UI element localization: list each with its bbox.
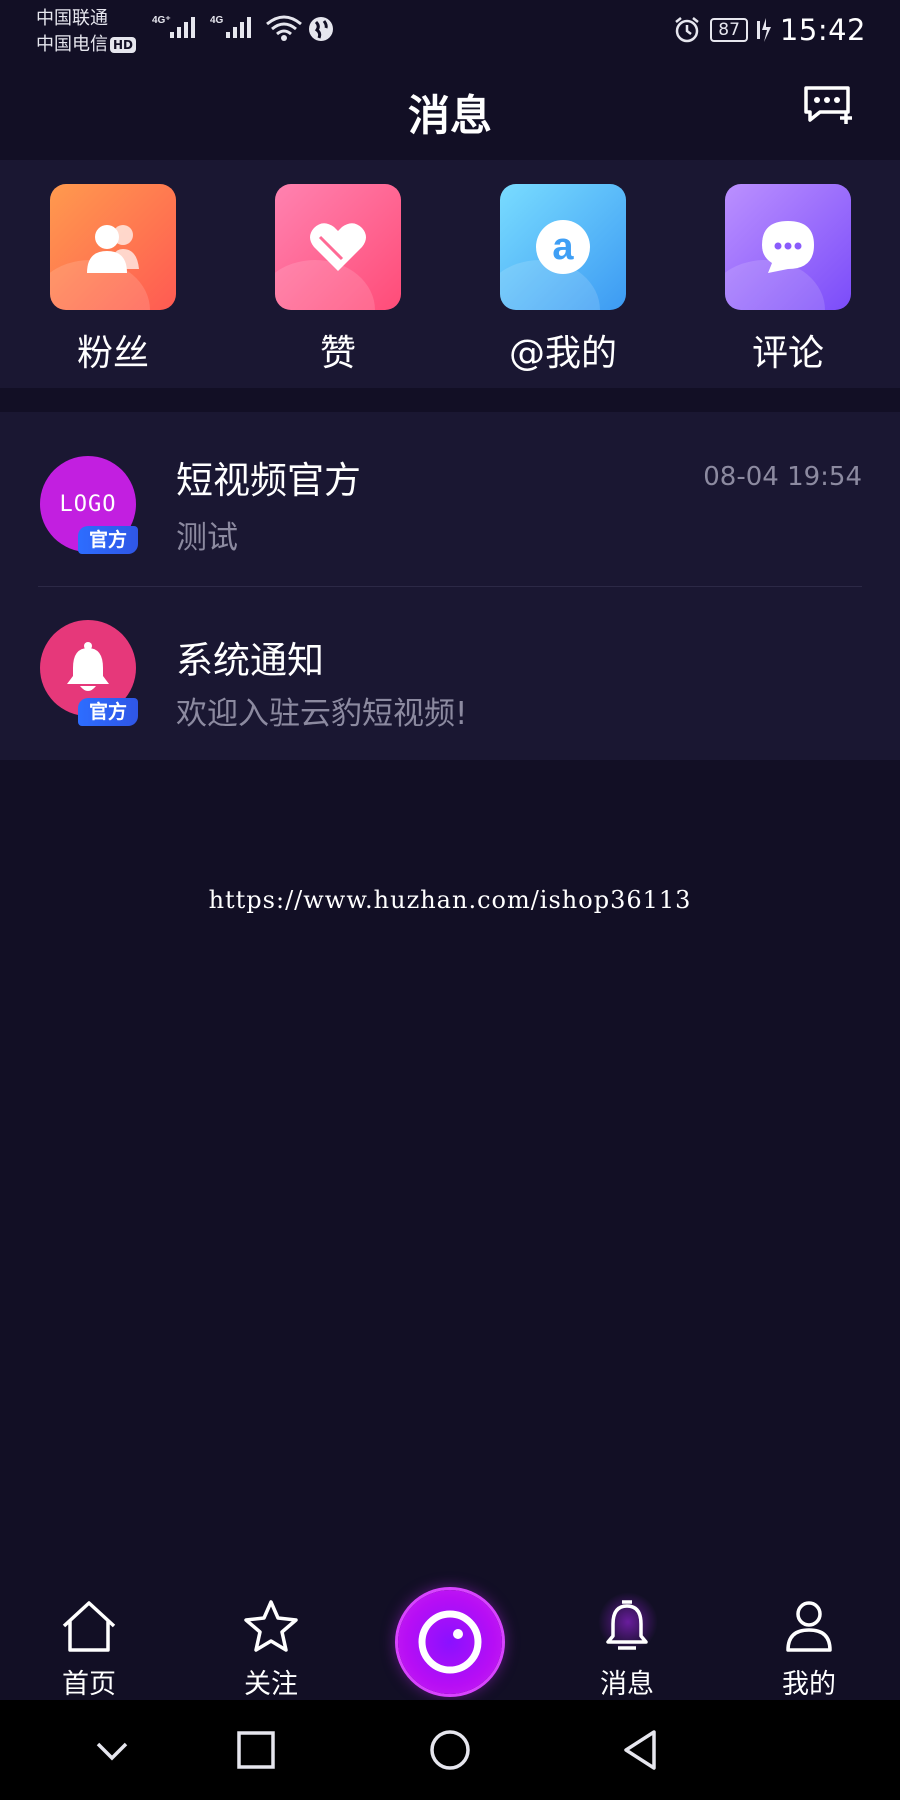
tab-follow[interactable]: 关注: [216, 1598, 326, 1701]
category-band: 粉丝 赞 a @我的 评论: [0, 160, 900, 388]
message-sender: 系统通知: [176, 639, 324, 682]
category-label: @我的: [508, 333, 617, 374]
new-message-icon: [804, 86, 852, 124]
header: 消息: [0, 62, 900, 160]
message-sender: 短视频官方: [176, 459, 361, 502]
message-list: LOGO 短视频官方 测试 08-04 19:54 官方 系统通知 欢迎入驻云豹…: [0, 412, 900, 760]
tab-home[interactable]: 首页: [34, 1598, 144, 1701]
bell-icon: [67, 642, 109, 691]
signal-type-label: 4G⁺: [152, 15, 171, 26]
page-title: 消息: [407, 91, 492, 140]
tab-me[interactable]: 我的: [754, 1598, 864, 1701]
status-right: 87 15:42: [672, 10, 866, 50]
home-icon: [62, 1601, 116, 1652]
comment-icon: [762, 221, 814, 273]
nav-back-icon[interactable]: [618, 1728, 662, 1772]
fans-icon: [87, 225, 139, 273]
nav-collapse-icon[interactable]: [90, 1728, 134, 1772]
category-mentions[interactable]: a @我的: [500, 184, 626, 376]
mentions-tile: a: [500, 184, 626, 310]
record-button[interactable]: [398, 1590, 502, 1694]
category-label: 赞: [319, 333, 356, 374]
avatar-logo-text: LOGO: [59, 491, 117, 517]
heart-icon: [310, 223, 366, 271]
official-badge: 官方: [78, 526, 138, 554]
fans-tile: [50, 184, 176, 310]
alarm-icon: [675, 17, 700, 43]
message-preview: 欢迎入驻云豹短视频!: [176, 696, 468, 732]
svg-text:a: a: [552, 226, 574, 268]
new-message-button[interactable]: [800, 82, 856, 130]
battery-level: 87: [710, 18, 748, 42]
hd-badge: HD: [110, 37, 137, 53]
official-badge: 官方: [78, 698, 138, 726]
bell-icon: [606, 1600, 648, 1650]
message-item-official[interactable]: LOGO 短视频官方 测试 08-04 19:54: [0, 412, 900, 586]
carrier-2: 中国电信: [36, 34, 108, 55]
category-label: 评论: [751, 333, 824, 374]
at-icon: a: [536, 220, 590, 274]
tab-label: 首页: [62, 1669, 116, 1700]
category-label: 粉丝: [76, 333, 149, 374]
globe-icon: [309, 17, 333, 41]
carrier-info: 中国联通 中国电信 HD: [36, 6, 137, 58]
charging-icon: [756, 18, 771, 42]
tab-label: 关注: [244, 1669, 298, 1700]
message-item-system[interactable]: 系统通知 欢迎入驻云豹短视频!: [0, 586, 900, 760]
status-bar: 中国联通 中国电信 HD 4G⁺ 4G 87 15:42: [0, 0, 900, 62]
tab-label: 我的: [782, 1669, 836, 1700]
category-likes[interactable]: 赞: [275, 184, 401, 376]
carrier-1: 中国联通: [36, 8, 108, 29]
camera-icon: [418, 1610, 482, 1674]
watermark: https://www.huzhan.com/ishop36113: [208, 886, 692, 914]
star-icon: [244, 1600, 298, 1652]
nav-home-icon[interactable]: [428, 1728, 472, 1772]
category-comments[interactable]: 评论: [725, 184, 851, 376]
category-fans[interactable]: 粉丝: [50, 184, 176, 376]
profile-icon: [786, 1601, 832, 1652]
wifi-icon: [266, 15, 302, 41]
bottom-tab-bar: 首页 关注 消息 我的: [0, 1582, 900, 1700]
system-nav-bar: [0, 1700, 900, 1800]
signal-icon: 4G⁺: [152, 15, 195, 38]
nav-recents-icon[interactable]: [234, 1728, 278, 1772]
message-preview: 测试: [176, 520, 238, 556]
clock: 15:42: [779, 13, 866, 47]
signal-icon-2: 4G: [210, 15, 251, 38]
comments-tile: [725, 184, 851, 310]
tab-messages[interactable]: 消息: [572, 1592, 682, 1701]
tab-label: 消息: [600, 1669, 654, 1700]
signal-type-label-2: 4G: [210, 15, 224, 26]
likes-tile: [275, 184, 401, 310]
message-time: 08-04 19:54: [703, 462, 862, 492]
